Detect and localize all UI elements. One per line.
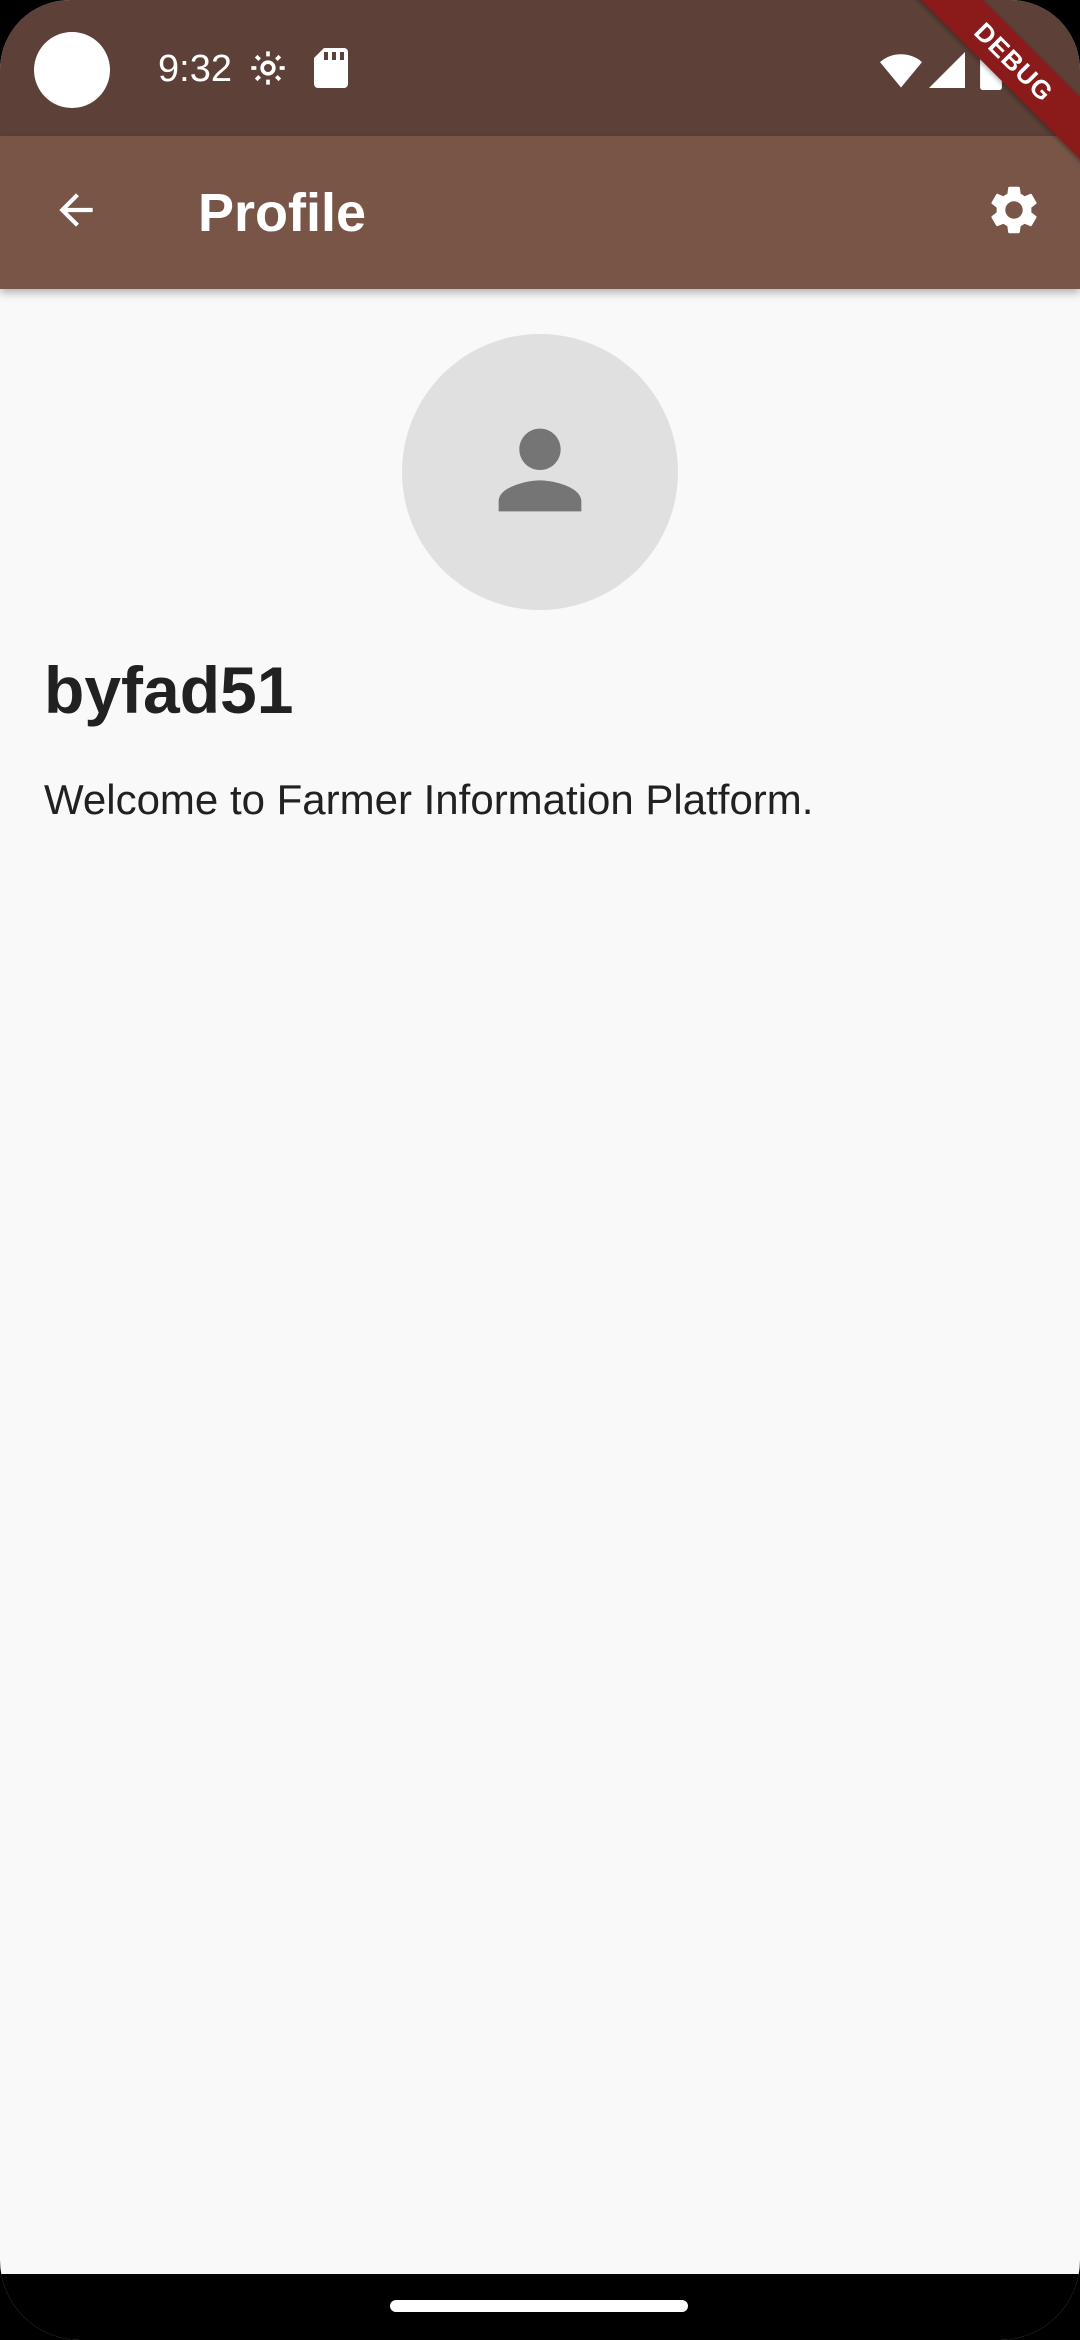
username: byfad51	[44, 653, 294, 727]
back-button[interactable]	[36, 172, 116, 252]
front-camera	[34, 32, 110, 108]
welcome-message: Welcome to Farmer Information Platform.	[44, 776, 814, 823]
wifi-icon	[880, 52, 922, 93]
avatar[interactable]	[402, 334, 678, 610]
person-icon	[478, 408, 602, 537]
page-title: Profile	[198, 183, 367, 243]
status-bar: 9:32	[0, 0, 1080, 136]
settings-button[interactable]	[974, 172, 1054, 252]
sd-card-icon	[314, 48, 348, 93]
arrow-back-icon	[51, 185, 101, 240]
cellular-signal-icon	[928, 52, 966, 93]
app-bar: Profile	[0, 136, 1080, 289]
settings-icon	[985, 181, 1043, 244]
phone-screen: 9:32 DEBUG Profile byfad51 Welcome to Fa…	[0, 0, 1080, 2340]
status-time: 9:32	[158, 48, 232, 90]
settings-gear-icon	[248, 48, 288, 93]
home-indicator[interactable]	[390, 2300, 688, 2312]
